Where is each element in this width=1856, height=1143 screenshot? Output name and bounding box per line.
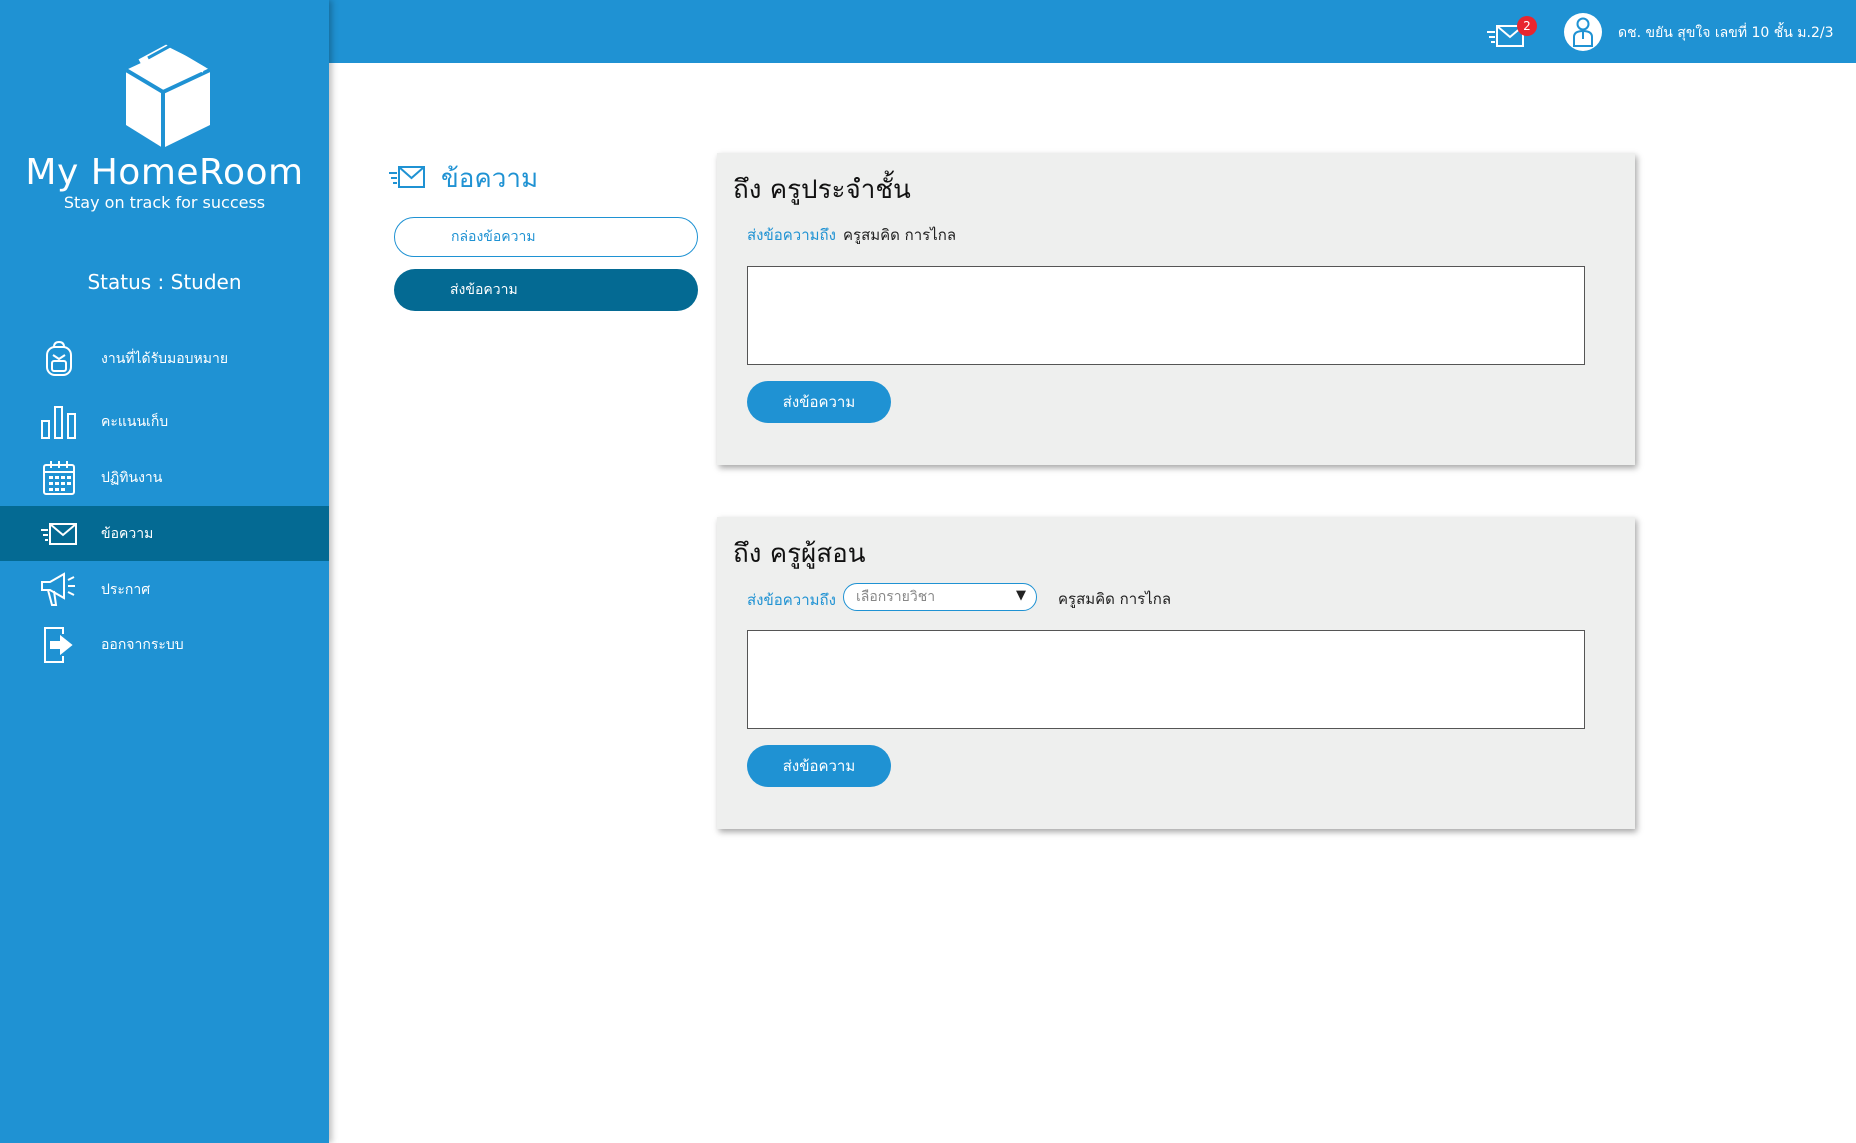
send-to-label: ส่งข้อความถึง	[747, 226, 836, 244]
mail-icon	[40, 515, 78, 553]
recipient-name: ครูสมคิด การไกล	[843, 226, 957, 244]
calendar-icon	[40, 459, 78, 497]
homeroom-message-card: ถึง ครูประจำชั้น ส่งข้อความถึง ครูสมคิด …	[717, 153, 1635, 465]
sidebar-item-scores[interactable]: คะแนนเก็บ	[0, 394, 329, 449]
notification-badge: 2	[1517, 16, 1537, 36]
sidebar-item-assignments[interactable]: งานที่ได้รับมอบหมาย	[0, 331, 329, 386]
brand-tagline: Stay on track for success	[63, 193, 266, 212]
backpack-icon	[40, 340, 78, 378]
megaphone-icon	[40, 571, 78, 609]
inbox-button[interactable]: กล่องข้อความ	[394, 217, 698, 257]
sidebar-item-label: คะแนนเก็บ	[101, 413, 169, 430]
dropdown-caret-icon: ▼	[1016, 588, 1026, 603]
recipient-name: ครูสมคิด การไกล	[1058, 590, 1172, 608]
book-logo-icon	[124, 44, 211, 148]
page-title: ข้อความ	[441, 164, 539, 194]
send-button[interactable]: ส่งข้อความ	[747, 381, 891, 423]
sidebar: My HomeRoom Stay on track for success St…	[0, 0, 329, 1143]
subject-teacher-message-card: ถึง ครูผู้สอน ส่งข้อความถึง เลือกรายวิชา…	[717, 517, 1635, 829]
send-message-tab[interactable]: ส่งข้อความ	[394, 269, 698, 311]
sidebar-item-label: ประกาศ	[101, 581, 151, 598]
logout-icon	[40, 626, 78, 664]
user-name[interactable]: ดช. ขยัน สุขใจ เลขที่ 10 ชั้น ม.2/3	[1618, 22, 1834, 44]
send-button[interactable]: ส่งข้อความ	[747, 745, 891, 787]
select-placeholder: เลือกรายวิชา	[856, 589, 936, 605]
card-title: ถึง ครูผู้สอน	[733, 539, 866, 569]
user-avatar-icon[interactable]	[1564, 13, 1602, 51]
sidebar-item-messages[interactable]: ข้อความ	[0, 506, 329, 561]
brand-name: My HomeRoom	[25, 152, 304, 193]
status-label: Status : Studen	[87, 270, 242, 294]
mail-icon	[389, 166, 425, 188]
sidebar-item-announcements[interactable]: ประกาศ	[0, 562, 329, 617]
sidebar-item-label: ออกจากระบบ	[101, 636, 184, 653]
bar-chart-icon	[40, 403, 78, 441]
sidebar-item-logout[interactable]: ออกจากระบบ	[0, 617, 329, 672]
card-title: ถึง ครูประจำชั้น	[733, 175, 911, 205]
subject-select[interactable]: เลือกรายวิชา ▼	[843, 583, 1037, 611]
message-textarea[interactable]	[747, 266, 1585, 365]
sidebar-item-label: งานที่ได้รับมอบหมาย	[101, 350, 229, 367]
sidebar-item-label: ข้อความ	[101, 525, 154, 542]
sidebar-item-label: ปฏิทินงาน	[101, 469, 163, 486]
message-textarea[interactable]	[747, 630, 1585, 729]
sidebar-item-calendar[interactable]: ปฏิทินงาน	[0, 450, 329, 505]
send-to-label: ส่งข้อความถึง	[747, 591, 836, 609]
